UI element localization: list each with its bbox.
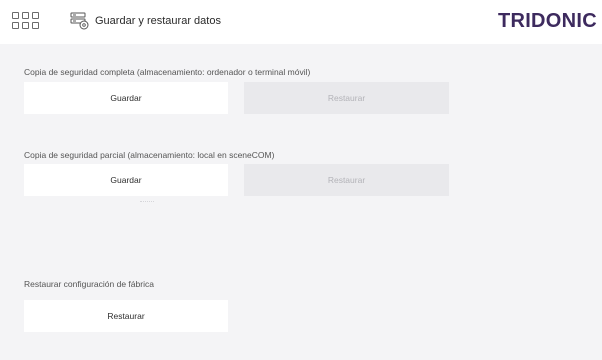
app-grid-icon[interactable] [12,12,40,32]
full-backup-restore-button[interactable]: Restaurar [244,82,449,114]
backup-settings-icon [70,12,89,30]
page-title: Guardar y restaurar datos [95,15,221,27]
full-backup-label: Copia de seguridad completa (almacenamie… [24,67,311,77]
factory-reset-restore-button[interactable]: Restaurar [24,300,228,332]
divider [140,201,154,203]
full-backup-save-button[interactable]: Guardar [24,82,228,114]
partial-backup-label: Copia de seguridad parcial (almacenamien… [24,150,275,160]
partial-backup-save-button[interactable]: Guardar [24,164,228,196]
top-bar: Guardar y restaurar datos TRIDONIC [0,0,602,44]
factory-reset-label: Restaurar configuración de fábrica [24,279,154,289]
tridonic-logo: TRIDONIC [497,10,597,32]
partial-backup-restore-button[interactable]: Restaurar [244,164,449,196]
